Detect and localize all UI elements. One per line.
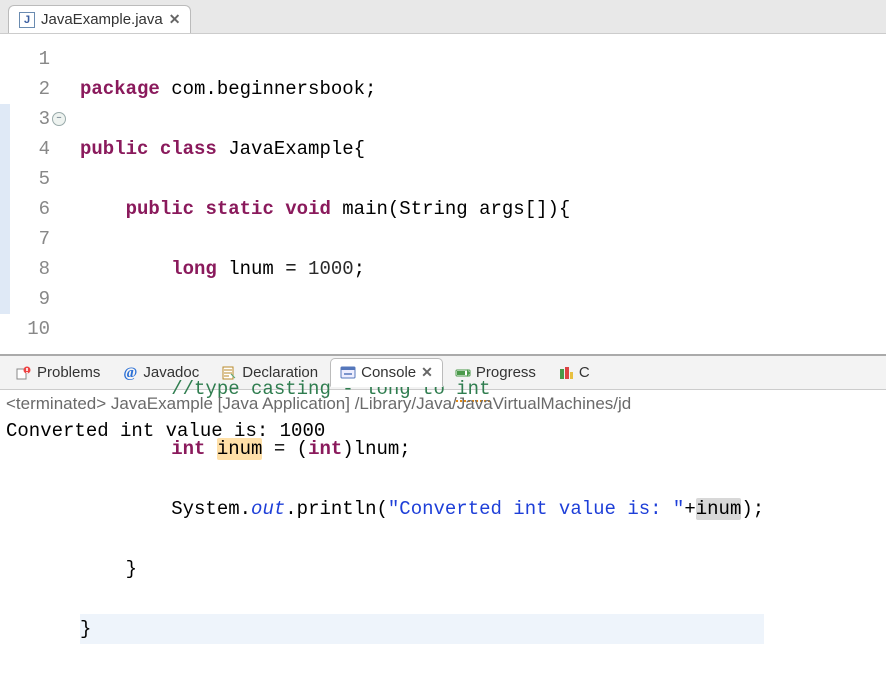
line-number: 10 bbox=[27, 318, 50, 340]
line-number-gutter: 1 2 3 – 4 5 6 7 8 9 10 bbox=[0, 34, 56, 354]
progress-icon bbox=[455, 365, 471, 381]
code-line: } bbox=[80, 614, 764, 644]
code-editor[interactable]: 1 2 3 – 4 5 6 7 8 9 10 package com.begin… bbox=[0, 34, 886, 356]
highlight-read: inum bbox=[696, 498, 742, 520]
close-icon[interactable]: ✕ bbox=[421, 364, 433, 381]
line-number: 8 bbox=[39, 258, 50, 280]
tab-label: C bbox=[579, 364, 590, 381]
line-number: 4 bbox=[39, 138, 50, 160]
tab-declaration[interactable]: Declaration bbox=[211, 358, 328, 387]
line-number: 3 bbox=[39, 108, 50, 130]
declaration-icon bbox=[221, 365, 237, 381]
code-line: public static void main(String args[]){ bbox=[80, 194, 764, 224]
tab-truncated[interactable]: C bbox=[548, 358, 600, 387]
javadoc-icon: @ bbox=[122, 365, 138, 381]
tab-label: Console bbox=[361, 364, 416, 381]
tab-label: Declaration bbox=[242, 364, 318, 381]
console-icon bbox=[340, 365, 356, 381]
line-number: 2 bbox=[39, 78, 50, 100]
tab-progress[interactable]: Progress bbox=[445, 358, 546, 387]
close-icon[interactable]: ✕ bbox=[169, 11, 181, 28]
tab-label: Problems bbox=[37, 364, 100, 381]
java-file-icon: J bbox=[19, 12, 35, 28]
code-line: public class JavaExample{ bbox=[80, 134, 764, 164]
editor-tab-javaexample[interactable]: J JavaExample.java ✕ bbox=[8, 5, 191, 33]
line-number: 9 bbox=[39, 288, 50, 310]
tab-problems[interactable]: Problems bbox=[6, 358, 110, 387]
tab-label: Progress bbox=[476, 364, 536, 381]
fold-collapse-icon[interactable]: – bbox=[52, 112, 66, 126]
tab-console[interactable]: Console ✕ bbox=[330, 358, 443, 387]
line-number: 5 bbox=[39, 168, 50, 190]
code-line: long lnum = 1000; bbox=[80, 254, 764, 284]
code-line: } bbox=[80, 554, 764, 584]
coverage-icon bbox=[558, 365, 574, 381]
editor-tabstrip: J JavaExample.java ✕ bbox=[0, 0, 886, 34]
editor-tab-label: JavaExample.java bbox=[41, 11, 163, 28]
problems-icon bbox=[16, 365, 32, 381]
line-number: 7 bbox=[39, 228, 50, 250]
code-content[interactable]: package com.beginnersbook; public class … bbox=[56, 34, 764, 354]
code-line bbox=[80, 314, 764, 344]
tab-javadoc[interactable]: @ Javadoc bbox=[112, 358, 209, 387]
line-number: 1 bbox=[39, 48, 50, 70]
line-number: 6 bbox=[39, 198, 50, 220]
code-line: package com.beginnersbook; bbox=[80, 74, 764, 104]
tab-label: Javadoc bbox=[143, 364, 199, 381]
